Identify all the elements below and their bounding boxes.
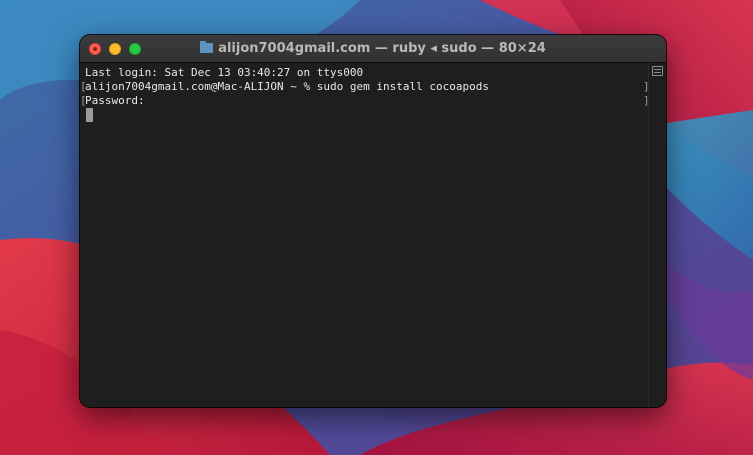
window-title: alijon7004gmail.com — ruby ◂ sudo — 80×2… xyxy=(218,41,546,56)
terminal-window[interactable]: alijon7004gmail.com — ruby ◂ sudo — 80×2… xyxy=(80,35,666,407)
scrollbar-area[interactable] xyxy=(648,63,666,407)
line-mark-left: [ xyxy=(80,94,87,107)
terminal-output[interactable]: Last login: Sat Dec 13 03:40:27 on ttys0… xyxy=(80,63,650,407)
terminal-line-last-login: Last login: Sat Dec 13 03:40:27 on ttys0… xyxy=(85,66,364,79)
split-pane-icon[interactable] xyxy=(652,66,663,76)
terminal-line-password-prompt: Password: xyxy=(85,94,145,107)
line-mark-left: [ xyxy=(80,80,87,93)
window-titlebar[interactable]: alijon7004gmail.com — ruby ◂ sudo — 80×2… xyxy=(80,35,666,63)
window-title-container: alijon7004gmail.com — ruby ◂ sudo — 80×2… xyxy=(80,41,666,56)
folder-icon xyxy=(200,41,214,53)
terminal-line-command: alijon7004gmail.com@Mac-ALIJON ~ % sudo … xyxy=(85,80,489,93)
terminal-cursor xyxy=(86,108,93,122)
